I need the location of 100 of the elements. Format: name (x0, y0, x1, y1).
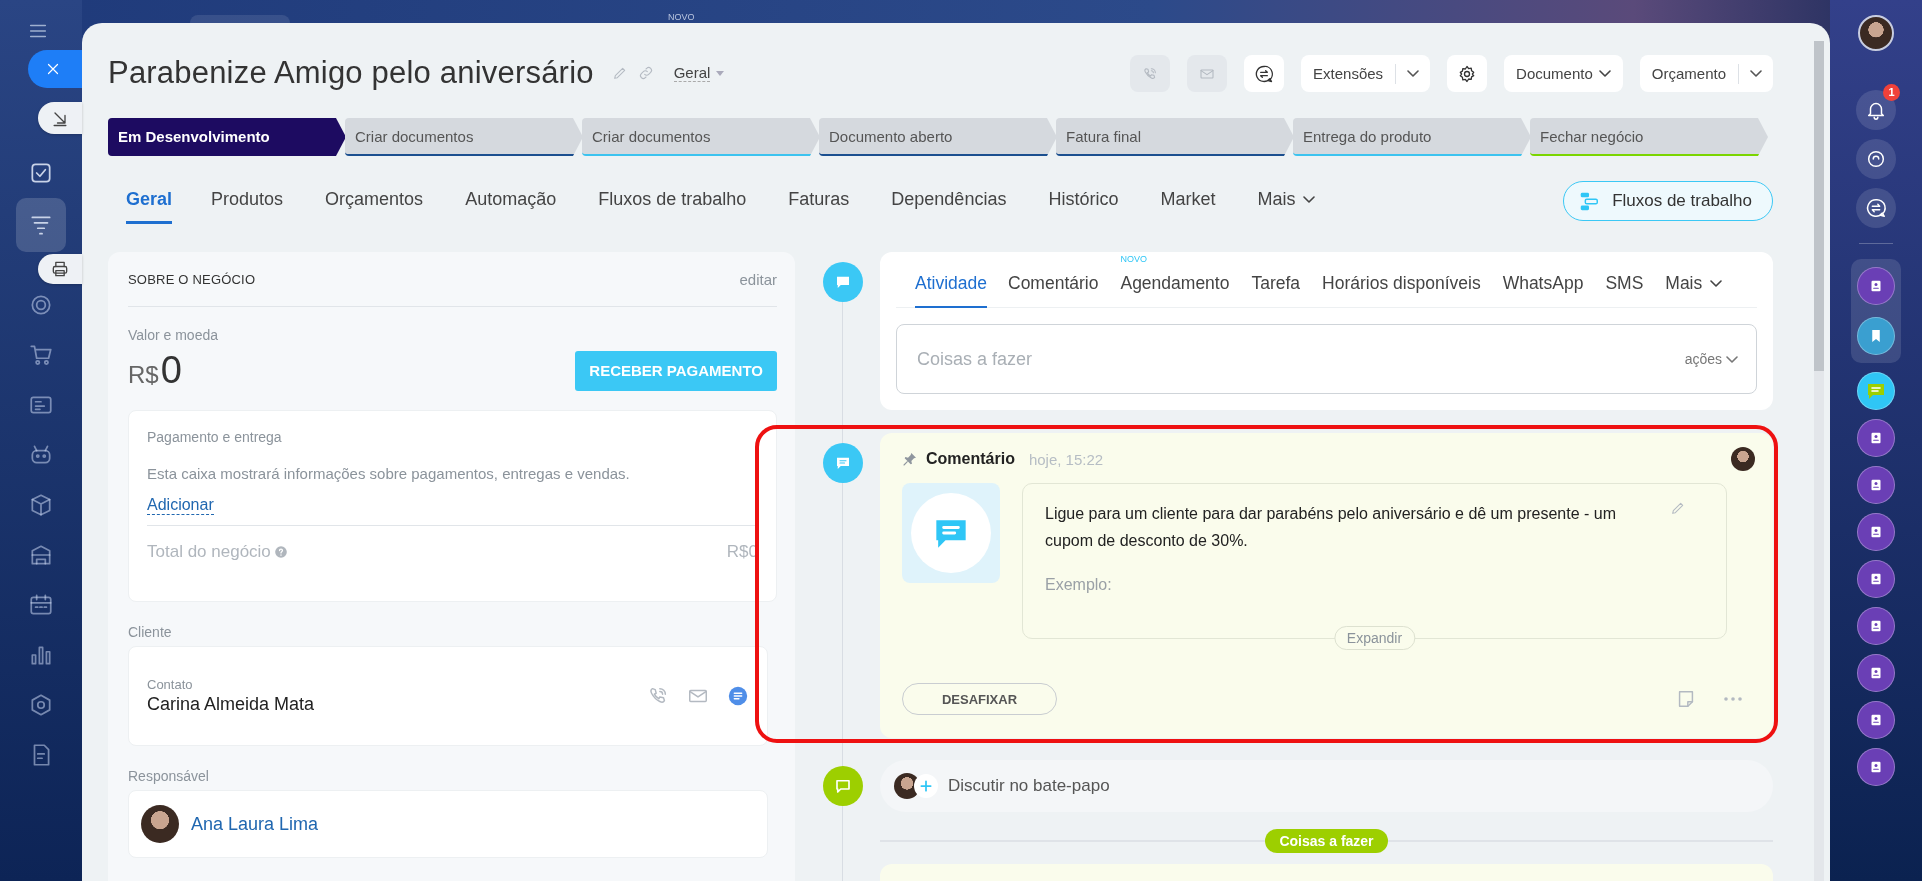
tab[interactable]: Histórico (1027, 178, 1140, 224)
tab[interactable]: Mais (1654, 252, 1734, 308)
new-label: NOVO (1120, 254, 1147, 264)
contact-label: Contato (147, 677, 194, 692)
contact-name: Carina Almeida Mata (147, 694, 315, 715)
caret-icon (1303, 196, 1316, 203)
caret-icon (1726, 355, 1738, 363)
actions-dropdown[interactable]: ações (1684, 351, 1738, 367)
rail-funnel-button[interactable] (16, 198, 66, 252)
box-icon (28, 492, 54, 518)
avatar (141, 805, 179, 843)
tab[interactable]: Horários disponíveis (1311, 252, 1492, 308)
scrollbar[interactable] (1814, 41, 1824, 881)
contact-button[interactable] (1857, 748, 1895, 786)
user-avatar[interactable] (1858, 15, 1894, 51)
spiral-icon (1865, 148, 1887, 170)
tab[interactable]: Mais (1236, 178, 1337, 224)
chat-app-button[interactable] (1857, 372, 1895, 410)
tab[interactable]: SMS (1594, 252, 1655, 308)
calendar-icon (28, 592, 54, 618)
contact-button[interactable] (1857, 607, 1895, 645)
tab[interactable]: Atividade (915, 252, 987, 308)
contact-button[interactable] (1857, 267, 1895, 305)
total-label: Total do negócio (147, 541, 271, 562)
hexagon-icon (28, 692, 54, 718)
workflow-icon (1578, 190, 1601, 212)
field-label: Cliente (128, 624, 173, 640)
tab[interactable]: Faturas (767, 178, 871, 224)
contact-button[interactable] (1857, 419, 1895, 457)
settings-button[interactable] (1447, 55, 1488, 92)
spiral-button[interactable] (1856, 139, 1896, 179)
chat-bar[interactable]: Discutir no bate-papo (880, 760, 1773, 812)
stage-step[interactable]: Criar documentos (582, 118, 820, 156)
workflow-button[interactable]: Fluxos de trabalho (1563, 181, 1773, 221)
chat-button[interactable] (1856, 188, 1896, 228)
contact-button[interactable] (1857, 466, 1895, 504)
contact-button[interactable] (1857, 513, 1895, 551)
contact-button[interactable] (1857, 654, 1895, 692)
minimize-button[interactable] (38, 102, 82, 134)
plus-icon (919, 779, 933, 793)
new-label: NOVO (668, 12, 695, 22)
print-button[interactable] (38, 254, 82, 284)
speech-bubble-icon (834, 777, 852, 795)
contact-button[interactable] (1857, 560, 1895, 598)
stage-step[interactable]: Entrega do produto (1293, 118, 1531, 156)
chat-icon[interactable] (727, 685, 749, 707)
todo-input-field[interactable]: Coisas a fazer ações (896, 324, 1757, 394)
help-icon (273, 544, 288, 559)
currency-symbol: R$ (128, 361, 159, 389)
tab[interactable]: Fluxos de trabalho (577, 178, 768, 224)
tab[interactable]: Produtos (190, 178, 305, 224)
deal-title: Parabenize Amigo pelo aniversário (108, 55, 594, 91)
responsible-link[interactable]: Ana Laura Lima (191, 813, 319, 835)
scroll-thumb[interactable] (1814, 41, 1824, 371)
add-link[interactable]: Adicionar (147, 496, 214, 515)
field-label: Responsável (128, 768, 210, 784)
chat-icon (1254, 63, 1275, 84)
close-button[interactable] (28, 50, 82, 88)
tab[interactable]: Tarefa (1240, 252, 1312, 308)
tab[interactable]: Automação (444, 178, 578, 224)
cart-icon (28, 342, 54, 368)
pin-icon[interactable] (902, 451, 918, 467)
stage-step[interactable]: Fatura final (1056, 118, 1294, 156)
stage-step[interactable]: Documento aberto (819, 118, 1057, 156)
tab[interactable]: Comentário (997, 252, 1110, 308)
stage-step[interactable]: Em Desenvolvimento (108, 118, 346, 156)
field-label: Valor e moeda (128, 327, 219, 343)
amount-value: 0 (160, 349, 182, 392)
phone-icon (1142, 65, 1159, 82)
notifications-button[interactable] (1856, 90, 1896, 130)
contact-button[interactable] (1857, 701, 1895, 739)
document-dropdown[interactable]: Documento (1504, 55, 1623, 92)
tab[interactable]: WhatsApp (1491, 252, 1595, 308)
caret-icon (1710, 279, 1723, 287)
stage-step[interactable]: Criar documentos (345, 118, 583, 156)
chat-icon (1865, 197, 1887, 219)
tab[interactable]: Market (1139, 178, 1237, 224)
panel-title: Pagamento e entrega (147, 429, 283, 445)
checkbox-icon (28, 160, 54, 186)
caret-icon (1750, 70, 1762, 77)
chat-label: Discutir no bate-papo (948, 776, 1110, 796)
panel-description: Esta caixa mostrará informações sobre pagamentos, entregas e vendas. (147, 465, 631, 482)
comment-title: Comentário (926, 450, 1015, 468)
notification-count: 1 (1883, 84, 1900, 101)
caret-icon (1598, 70, 1611, 77)
section-pill: Coisas a fazer (1265, 829, 1388, 853)
stage-step[interactable]: Fechar negócio (1530, 118, 1768, 156)
caret-icon (1407, 70, 1420, 77)
comment-time: hoje, 15:22 (1028, 450, 1104, 468)
printer-icon (50, 259, 70, 279)
tab[interactable]: Dependências (870, 178, 1028, 224)
tab[interactable]: Geral (126, 178, 173, 224)
add-participant-button[interactable] (914, 774, 938, 798)
bookmark-button[interactable] (1857, 317, 1895, 355)
chat-button[interactable] (1244, 55, 1285, 92)
example-label: Exemplo: (1045, 576, 1113, 594)
avatar (1731, 447, 1755, 471)
section-heading: SOBRE O NEGÓCIO (128, 271, 256, 287)
tab[interactable]: Orçamentos (304, 178, 445, 224)
category-dropdown[interactable]: Geral (673, 64, 725, 82)
